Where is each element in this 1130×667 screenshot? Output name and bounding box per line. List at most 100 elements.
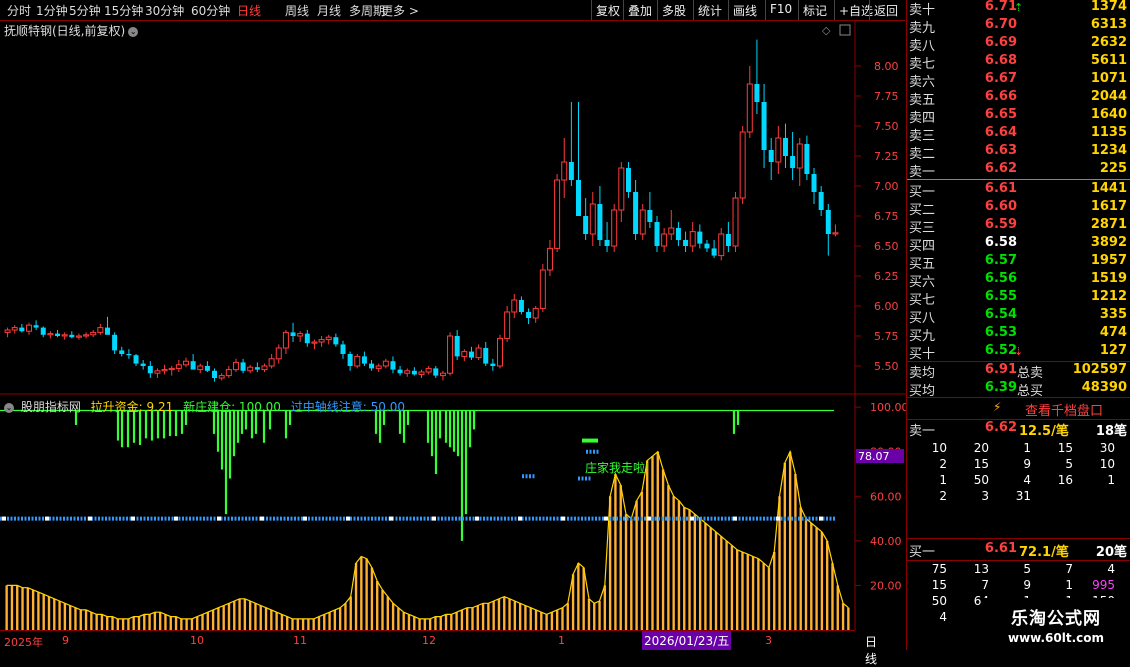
candle-body <box>354 355 361 367</box>
price-tick-label: 6.50 <box>874 240 899 253</box>
buy-row[interactable]: 买六 6.56 1519 <box>907 271 1130 290</box>
period-tab-10[interactable]: 更多 > <box>381 2 419 19</box>
toolbar-action-3[interactable]: 统计 <box>698 2 722 19</box>
date-axis: 2025年 9 10 11 12 1 2026/01/23/五 3 日线 <box>0 630 877 666</box>
view-depth-button[interactable]: ⚡ 查看千档盘口 <box>907 399 1130 419</box>
period-tab-2[interactable]: 5分钟 <box>69 2 101 19</box>
sell-row[interactable]: 卖八 6.69 2632 <box>907 35 1130 54</box>
price-tick-label: 7.25 <box>874 150 899 163</box>
candle-body <box>711 248 717 256</box>
buy-row[interactable]: 买四 6.58 3892 <box>907 235 1130 254</box>
candle-body <box>318 339 325 343</box>
midline-marker <box>475 516 479 521</box>
buy-row[interactable]: 买八 6.54 335 <box>907 307 1130 326</box>
order-volume: 225 <box>1099 161 1127 176</box>
price-tick-label: 6.25 <box>874 270 899 283</box>
period-tab-3[interactable]: 15分钟 <box>104 2 143 19</box>
sell-row[interactable]: 卖一 6.62 225 <box>907 161 1130 180</box>
candle-body <box>782 138 788 156</box>
candle-body <box>825 210 831 234</box>
toolbar-action-6[interactable]: 标记 <box>803 2 827 19</box>
candle-body <box>589 203 596 235</box>
buy-row[interactable]: 买二 6.60 1617 <box>907 199 1130 218</box>
toolbar-action-5[interactable]: F10 <box>770 2 792 16</box>
indicator-line2: 新庄建仓: 100.00 <box>183 400 281 414</box>
candle-body <box>475 347 482 359</box>
buy-row[interactable]: 买三 6.59 2871 <box>907 217 1130 236</box>
sell-queue-row: 2 15 9 5 10 <box>907 457 1127 473</box>
panel-divider <box>907 538 1130 539</box>
bid-ask-divider <box>907 179 1130 180</box>
midline-marker <box>174 516 178 521</box>
period-label[interactable]: 日线 <box>865 633 877 667</box>
queue-cell: 50 <box>973 473 989 487</box>
level-price: 6.61 <box>984 541 1017 556</box>
indicator-header: ⌄ 股朋指标网 拉升资金: 9.21 新庄建仓: 100.00 过中轴线注意: … <box>4 398 411 415</box>
toolbar-action-2[interactable]: 多股 <box>662 2 686 19</box>
level-label: 卖一 <box>909 424 936 439</box>
price-chart[interactable]: ◇ 8.00 7.75 7.50 7.25 7.00 6.75 6.50 6.25 6.00 5.7… <box>0 20 906 630</box>
candle-body <box>340 344 346 354</box>
buy-row[interactable]: 买九 6.53 474 <box>907 325 1130 344</box>
date-label-text: 11 <box>293 634 307 647</box>
diamond-icon[interactable]: ◇ <box>822 24 831 37</box>
candle-body <box>112 334 118 351</box>
candle-body <box>140 363 146 366</box>
price-tick-label: 7.50 <box>874 120 899 133</box>
candle-body <box>225 369 232 377</box>
order-label: 买三 <box>909 221 936 236</box>
candle-body <box>439 372 446 377</box>
midline-marker <box>733 516 737 521</box>
candle-body <box>546 247 553 271</box>
candle-body <box>282 331 289 349</box>
toolbar-action-7[interactable]: +自选 <box>839 2 873 19</box>
toolbar-action-8[interactable]: 返回 <box>874 2 898 19</box>
price-tick-label: 6.75 <box>874 210 899 223</box>
period-tab-7[interactable]: 周线 <box>285 2 309 19</box>
maximize-icon[interactable] <box>839 24 851 36</box>
logo-name: 乐淘公式网 <box>1011 609 1101 629</box>
candle-body <box>461 351 468 357</box>
candle-body <box>104 327 110 335</box>
candle-body <box>683 240 689 246</box>
sell-queue-row: 10 20 1 15 30 <box>907 441 1127 457</box>
sell-row[interactable]: 卖四 6.65 1640 <box>907 107 1130 126</box>
toolbar-action-4[interactable]: 画线 <box>733 2 757 19</box>
sell-row[interactable]: 卖六 6.67 1071 <box>907 71 1130 90</box>
period-tab-4[interactable]: 30分钟 <box>145 2 184 19</box>
buy-row[interactable]: 买一 6.61 1441 <box>907 181 1130 200</box>
avg-label: 卖均 <box>909 366 936 381</box>
period-tab-8[interactable]: 月线 <box>317 2 341 19</box>
candle-body <box>818 192 824 210</box>
level-count: 20笔 <box>1095 545 1127 560</box>
order-price: 6.53 <box>984 325 1017 340</box>
indicator-name[interactable]: 股朋指标网 <box>21 400 81 414</box>
order-volume: 1441 <box>1090 181 1127 196</box>
toolbar-action-0[interactable]: 复权 <box>596 2 620 19</box>
order-price: 6.65 <box>984 107 1017 122</box>
sell-row[interactable]: 卖三 6.64 1135 <box>907 125 1130 144</box>
candle-body <box>25 324 32 332</box>
queue-cell: 4 <box>939 610 947 624</box>
sell-row[interactable]: 卖七 6.68 5611 <box>907 53 1130 72</box>
candle-body <box>297 333 304 337</box>
order-price: 6.71 <box>984 0 1017 14</box>
sell-row[interactable]: 卖九 6.70 6313 <box>907 17 1130 36</box>
toolbar-action-1[interactable]: 叠加 <box>628 2 652 19</box>
sell-row[interactable]: 卖五 6.66 2044 <box>907 89 1130 108</box>
order-volume: 335 <box>1099 307 1127 322</box>
period-tab-1[interactable]: 1分钟 <box>36 2 68 19</box>
candle-body <box>675 228 681 240</box>
period-tab-5[interactable]: 60分钟 <box>191 2 230 19</box>
candle-body <box>654 222 660 246</box>
period-tab-6[interactable]: 日线 <box>237 2 261 19</box>
period-tab-9[interactable]: 多周期 <box>349 2 385 19</box>
chevron-down-icon[interactable]: ⌄ <box>4 402 14 413</box>
buy-row[interactable]: 买七 6.55 1212 <box>907 289 1130 308</box>
order-price: 6.69 <box>984 35 1017 50</box>
sell-row[interactable]: 卖二 6.63 1234 <box>907 143 1130 162</box>
date-label-6: 2026/01/23/五 <box>642 631 732 650</box>
buy-row[interactable]: 买五 6.57 1957 <box>907 253 1130 272</box>
period-tab-0[interactable]: 分时 <box>7 2 31 19</box>
candle-body <box>397 369 403 374</box>
